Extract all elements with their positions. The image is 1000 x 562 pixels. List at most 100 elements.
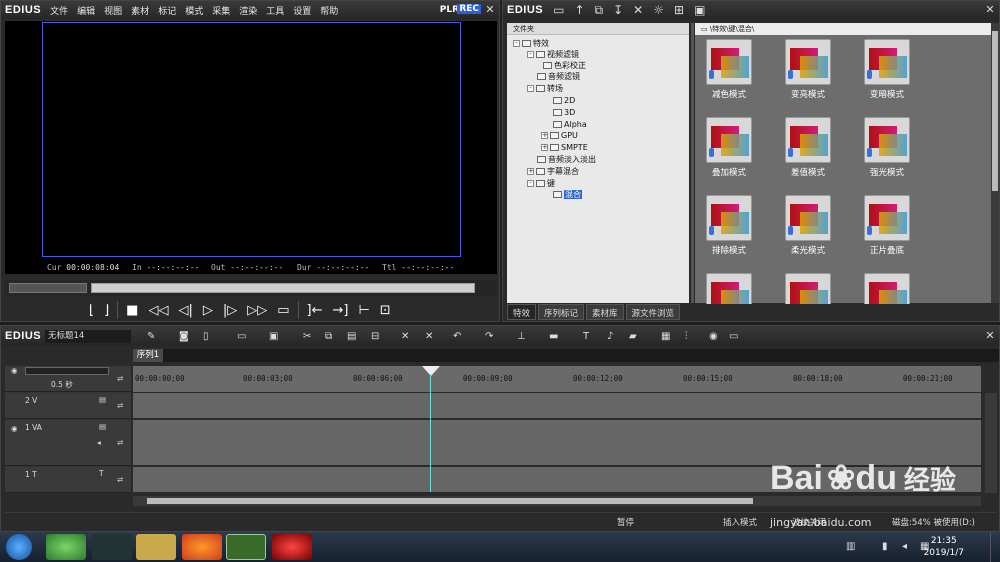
eye-icon[interactable]: ◉ <box>11 424 18 433</box>
add-cut-icon[interactable]: ⊥ <box>517 331 526 342</box>
delete-icon[interactable]: ✕ <box>401 331 409 342</box>
file-explorer-icon[interactable] <box>136 534 176 560</box>
effect-item[interactable]: 变亮模式 <box>778 39 838 100</box>
usb-icon[interactable]: ▮ <box>882 541 888 552</box>
tree-node-effects[interactable]: - 特效 <box>513 38 549 49</box>
paste-icon[interactable]: ▤ <box>347 331 356 342</box>
edius-icon[interactable] <box>226 534 266 560</box>
effects-scrollbar[interactable] <box>991 23 999 303</box>
tree-node-transitions[interactable]: - 转场 <box>527 83 563 94</box>
track-header-2v[interactable]: 2 V ▤ ⇌ <box>5 393 131 419</box>
play-icon[interactable]: ▷ <box>203 303 213 318</box>
zoom-level[interactable]: 0.5 秒 <box>51 379 73 390</box>
ripple-delete-icon[interactable]: ✕ <box>425 331 433 342</box>
tree-node-gpu[interactable]: + GPU <box>541 130 578 141</box>
stop-icon[interactable]: ■ <box>126 303 138 318</box>
tree-node-audio-fade[interactable]: 音频淡入淡出 <box>537 154 596 165</box>
eye-icon[interactable]: ◉ <box>11 366 18 375</box>
loop-icon[interactable]: ▭ <box>277 303 289 318</box>
folder-icon[interactable]: ▭ <box>553 3 564 17</box>
edit-mode-icon[interactable]: ⊢ <box>358 303 369 318</box>
track-header-1va[interactable]: ◉ 1 VA ▤ ◂ ⇌ <box>5 420 131 466</box>
open-icon[interactable]: ▭ <box>237 331 246 342</box>
zoom-slider[interactable] <box>25 367 109 375</box>
save-icon[interactable]: ▣ <box>269 331 278 342</box>
network-icon[interactable]: ▥ <box>846 541 855 552</box>
tab-asset-library[interactable]: 素材库 <box>586 304 624 320</box>
copy-icon[interactable]: ⧉ <box>325 331 332 342</box>
record-icon[interactable]: ◉ <box>709 331 718 342</box>
position-slider[interactable] <box>91 283 475 293</box>
effect-item[interactable]: 叠加模式 <box>699 117 759 178</box>
close-icon[interactable]: ✕ <box>484 4 496 16</box>
tab-sequence[interactable]: 序列1 <box>133 349 163 362</box>
move-icon[interactable]: ↧ <box>613 3 623 17</box>
panel-splitter[interactable] <box>691 23 694 303</box>
grid-icon[interactable]: ▦ <box>661 331 670 342</box>
brush-icon[interactable]: ✎ <box>147 331 155 342</box>
time-ruler[interactable]: 00:00:00;00 00:00:03;00 00:00:06;00 00:0… <box>133 366 981 392</box>
menu-help[interactable]: 帮助 <box>320 4 338 17</box>
menu-view[interactable]: 视图 <box>104 4 122 17</box>
effect-item[interactable]: 变暗模式 <box>857 39 917 100</box>
tab-source-browser[interactable]: 源文件浏览 <box>625 304 681 320</box>
sync-icon[interactable]: ⇌ <box>117 438 123 447</box>
tree-node-title-mix[interactable]: + 字幕混合 <box>527 166 579 177</box>
lock-icon[interactable]: ▣ <box>694 3 705 17</box>
menu-file[interactable]: 文件 <box>50 4 68 17</box>
redo-icon[interactable]: ↷ <box>485 331 493 342</box>
camera-icon[interactable]: ◙ <box>179 331 189 342</box>
tree-node-2d[interactable]: 2D <box>553 95 575 106</box>
menu-clip[interactable]: 素材 <box>131 4 149 17</box>
more-icon[interactable]: ⊡ <box>380 303 391 318</box>
menu-capture[interactable]: 采集 <box>212 4 230 17</box>
track-header-1t[interactable]: 1 T T ⇌ <box>5 467 131 493</box>
new-icon[interactable]: ▯ <box>203 331 209 342</box>
tree-node-smpte[interactable]: + SMPTE <box>541 142 588 153</box>
sync-icon[interactable]: ⇌ <box>117 475 123 484</box>
menu-edit[interactable]: 编辑 <box>77 4 95 17</box>
tree-node-audio-filters[interactable]: 音频滤镜 <box>537 71 580 82</box>
tab-sequence-markers[interactable]: 序列标记 <box>538 304 585 320</box>
title-icon[interactable]: T <box>583 331 589 342</box>
replace-icon[interactable]: ⊟ <box>371 331 379 342</box>
step-forward-icon[interactable]: |▷ <box>223 303 237 318</box>
effect-item[interactable]: 正片叠底 <box>857 195 917 256</box>
close-icon[interactable]: ✕ <box>984 4 996 16</box>
system-clock[interactable]: 21:35 2019/1/7 <box>924 535 964 559</box>
export-icon[interactable]: ▰ <box>629 331 637 342</box>
tree-node-keys[interactable]: -键 <box>527 178 555 189</box>
start-button[interactable] <box>6 534 32 560</box>
track-toggle-icon[interactable]: ▤ <box>99 422 106 431</box>
properties-icon[interactable]: ☼ <box>653 3 664 17</box>
effect-item[interactable]: 差值模式 <box>778 117 838 178</box>
set-out-icon[interactable]: ⌋ <box>104 303 109 318</box>
sync-lock-icon[interactable]: ⇌ <box>117 374 123 383</box>
sync-icon[interactable]: ⇌ <box>117 401 123 410</box>
track-lane-2v[interactable] <box>133 393 981 419</box>
menu-tools[interactable]: 工具 <box>266 4 284 17</box>
close-icon[interactable]: ✕ <box>984 330 996 342</box>
speaker-icon[interactable]: ◂ <box>97 438 101 447</box>
overwrite-to-timeline-icon[interactable]: →] <box>333 303 349 318</box>
effect-item[interactable]: 减色模式 <box>699 39 759 100</box>
tree-node-video-filters[interactable]: - 视频滤镜 <box>527 49 579 60</box>
insert-to-timeline-icon[interactable]: ]← <box>307 303 323 318</box>
speaker-icon[interactable]: ◂ <box>902 541 907 552</box>
effect-item[interactable]: 排除模式 <box>699 195 759 256</box>
undo-icon[interactable]: ↶ <box>453 331 461 342</box>
shuttle-slider[interactable] <box>9 283 87 293</box>
sync-icon[interactable]: ▬ <box>549 331 558 342</box>
browser-360-icon[interactable] <box>46 534 86 560</box>
fast-forward-icon[interactable]: ▷▷ <box>247 303 267 318</box>
menu-marker[interactable]: 标记 <box>158 4 176 17</box>
menu-mode[interactable]: 模式 <box>185 4 203 17</box>
tree-node-color-correction[interactable]: 色彩校正 <box>543 60 586 71</box>
playhead-handle[interactable] <box>422 366 440 376</box>
copy-icon[interactable]: ⧉ <box>595 3 604 18</box>
mixer-icon[interactable]: ⫶ <box>685 331 688 342</box>
microphone-icon[interactable]: ♪ <box>607 331 613 342</box>
effect-item[interactable]: 柔光模式 <box>778 195 838 256</box>
set-in-icon[interactable]: ⌊ <box>89 303 94 318</box>
timeline-vscroll[interactable] <box>985 393 997 493</box>
